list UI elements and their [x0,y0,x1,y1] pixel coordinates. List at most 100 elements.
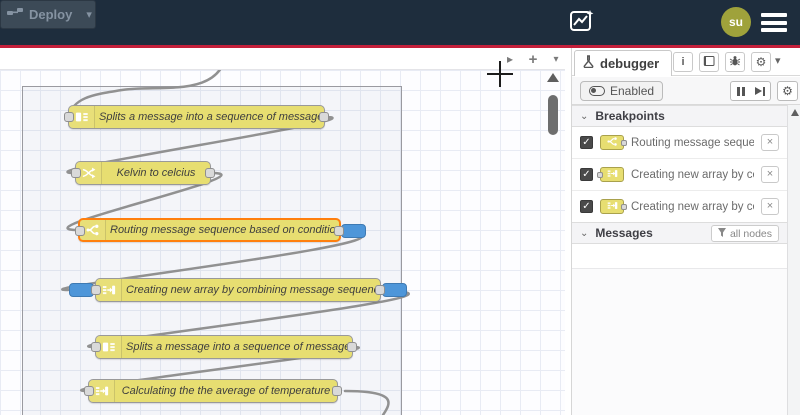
flow-export-icon [569,8,595,39]
breakpoint-checkbox[interactable]: ✓ [580,136,593,149]
messages-empty-area [572,269,787,415]
sidebar-scroll-up-arrow[interactable] [790,109,799,116]
breakpoint-marker[interactable] [382,283,407,297]
settings-button[interactable]: ⚙ [751,52,771,72]
pause-icon [736,86,740,96]
remove-breakpoint-button[interactable]: × [761,134,779,151]
canvas-scrollbar-thumb[interactable] [548,95,558,135]
canvas-scroll-up-arrow[interactable] [547,73,559,82]
chevron-down-icon: ⌄ [580,227,589,239]
app-header: Deploy ▾ su [0,0,800,45]
flow-node-2[interactable]: Kelvin to celcius [71,161,215,185]
gear-icon: ⚙ [782,84,793,98]
output-port[interactable] [375,285,385,295]
switch-node-icon [600,135,627,150]
tab-debugger[interactable]: debugger [574,50,672,76]
deploy-caret-icon[interactable]: ▾ [86,8,92,21]
node-label: Splits a message into a sequence of mess… [99,111,324,123]
input-port[interactable] [75,226,85,236]
join-node-icon [597,167,624,182]
flow-node-6[interactable]: Calculating the the average of temperatu… [84,379,342,403]
deploy-button[interactable]: Deploy ▾ [0,0,96,29]
input-port[interactable] [91,285,101,295]
enabled-label: Enabled [610,84,655,98]
node-label: Splits a message into a sequence of mess… [126,341,352,353]
flow-node-1[interactable]: Splits a message into a sequence of mess… [64,105,329,129]
book-icon [703,55,716,70]
messages-title: Messages [595,226,653,240]
flow-node-3[interactable]: Routing message sequence based on condit… [75,218,366,242]
add-flow-button[interactable]: + [523,50,543,68]
node-label: Kelvin to celcius [116,167,196,179]
output-port[interactable] [334,226,344,236]
breakpoint-checkbox[interactable]: ✓ [580,168,593,181]
output-port[interactable] [205,168,215,178]
info-button[interactable]: i [673,52,693,72]
output-port[interactable] [347,342,357,352]
input-port[interactable] [64,112,74,122]
crosshair-cursor [487,73,513,75]
breakpoint-label: Creating new array by combini [631,200,754,213]
deploy-label: Deploy [29,7,73,22]
tab-scroll-right-button[interactable]: ▸ [500,50,520,68]
flow-render-button[interactable] [566,8,598,38]
flow-node-5[interactable]: Splits a message into a sequence of mess… [91,335,357,359]
info-icon: i [681,56,685,68]
output-port[interactable] [319,112,329,122]
remove-breakpoint-button[interactable]: × [761,166,779,183]
debugger-settings-button[interactable]: ⚙ [777,81,798,101]
message-filter-button[interactable]: all nodes [710,225,779,242]
flow-list-button[interactable]: ▾ [546,50,565,68]
input-port[interactable] [91,342,101,352]
node-label: Creating new array by combining message … [126,284,380,296]
breakpoints-section-header[interactable]: ⌄ Breakpoints [572,105,787,127]
funnel-icon [717,227,726,240]
input-port[interactable] [71,168,81,178]
toggle-icon [589,86,605,96]
messages-section-header[interactable]: ⌄ Messages all nodes [572,222,787,244]
mini-port [621,139,627,146]
input-port[interactable] [84,386,94,396]
breakpoint-row[interactable]: ✓ Routing message sequence ba × [572,127,787,159]
sidebar-splitter[interactable] [565,48,572,415]
bug-button[interactable] [725,52,745,72]
remove-breakpoint-button[interactable]: × [761,198,779,215]
step-button[interactable] [750,81,771,101]
breakpoints-title: Breakpoints [595,109,665,123]
breakpoint-row[interactable]: ✓ Creating new array by combini × [572,191,787,223]
bug-icon [729,55,741,70]
debugger-toolbar: Enabled ⚙ [572,77,800,105]
output-port[interactable] [332,386,342,396]
main-area: ▸ + ▾ Splits a message into a sequence o… [0,48,800,415]
sidebar-menu-caret[interactable]: ▾ [775,54,781,67]
breakpoint-checkbox[interactable]: ✓ [580,200,593,213]
breakpoint-row[interactable]: ✓ Creating new array by combini × [572,159,787,191]
deploy-icon [7,6,23,24]
tab-debugger-label: debugger [600,56,660,71]
plus-icon: + [528,50,538,68]
flow-canvas[interactable]: ▸ + ▾ Splits a message into a sequence o… [0,48,565,415]
node-group-outline[interactable] [22,86,402,415]
debugger-flask-icon [583,54,594,73]
node-label: Calculating the the average of temperatu… [121,385,331,397]
chevron-down-icon: ▾ [553,53,559,65]
node-red-window: Deploy ▾ su ▸ + ▾ Splits a message into … [0,0,800,415]
mini-port [597,171,603,178]
hamburger-icon [761,13,787,17]
docs-button[interactable] [699,52,719,72]
filter-label: all nodes [729,227,772,240]
flow-tabbar: ▸ + ▾ [0,48,565,70]
breakpoint-label: Routing message sequence ba [631,136,754,149]
main-menu-button[interactable] [760,13,788,32]
sidebar-scrollbar[interactable] [787,105,800,415]
messages-empty-row [572,245,787,269]
tab-scroll-right-icon: ▸ [506,52,514,66]
sidebar-tabbar: debugger i ⚙ ▾ [572,48,800,76]
pause-button[interactable] [730,81,751,101]
debugger-enabled-toggle[interactable]: Enabled [580,81,664,101]
mini-port [621,203,627,210]
flow-node-4[interactable]: Creating new array by combining message … [69,278,407,302]
breakpoint-marker[interactable] [341,224,366,238]
chevron-down-icon: ▾ [775,55,781,67]
user-avatar[interactable]: su [721,7,751,37]
